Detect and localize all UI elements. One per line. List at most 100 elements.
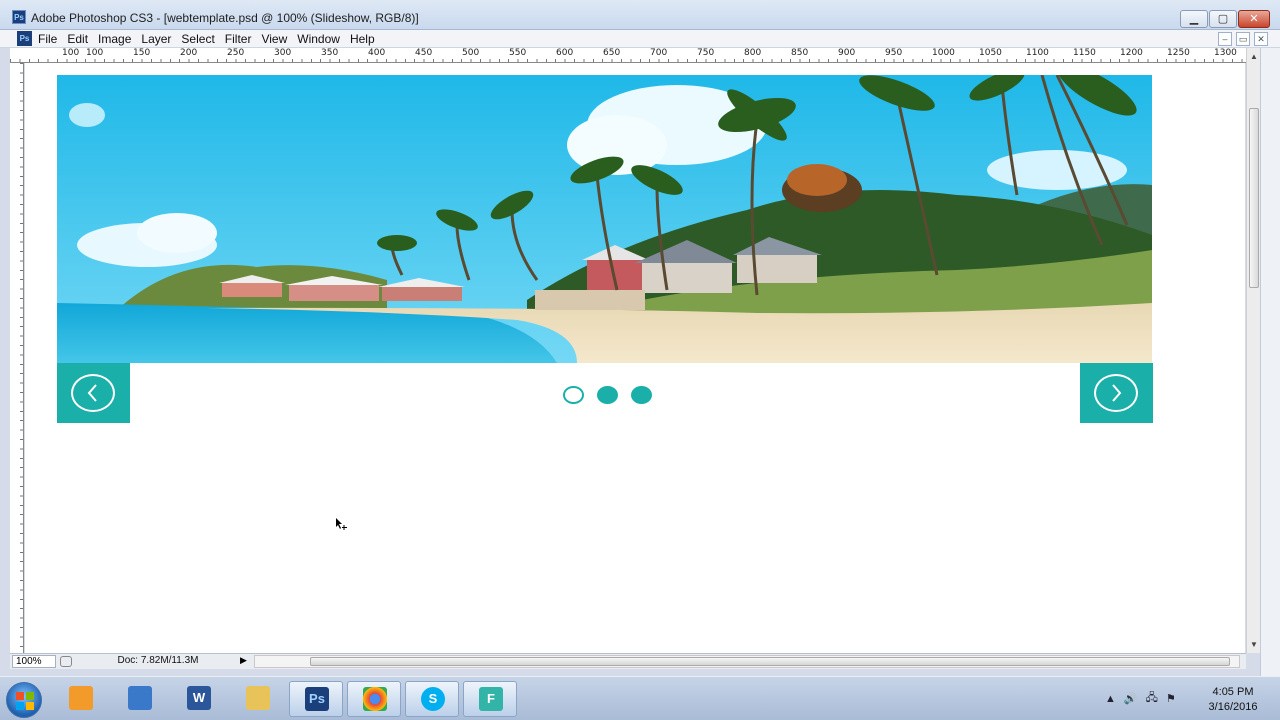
taskbar-chrome[interactable]: [347, 681, 401, 717]
beach-scene: [57, 75, 1152, 363]
minimize-button[interactable]: ▁: [1180, 10, 1208, 28]
vertical-ruler[interactable]: [10, 63, 24, 653]
ruler-tick-label: 950: [885, 48, 903, 58]
volume-icon[interactable]: 🔊: [1124, 692, 1138, 705]
menu-image[interactable]: Image: [98, 32, 131, 46]
scroll-up-icon[interactable]: ▲: [1250, 52, 1258, 61]
ruler-tick-label: 800: [744, 48, 762, 58]
panel-dock-strip: [1260, 48, 1280, 676]
doc-restore-icon[interactable]: ▭: [1236, 32, 1250, 46]
ruler-tick-label: 750: [697, 48, 715, 58]
slide-dot-1[interactable]: [563, 386, 584, 404]
slideshow-next-button[interactable]: [1080, 363, 1153, 423]
start-button[interactable]: [6, 682, 42, 718]
ruler-tick-label: 250: [227, 48, 245, 58]
slide-dot-3[interactable]: [631, 386, 652, 404]
vertical-scroll-thumb[interactable]: [1249, 108, 1259, 288]
status-menu-arrow-icon[interactable]: ▶: [240, 655, 247, 666]
skype-icon: S: [421, 687, 445, 711]
ruler-tick-label: 350: [321, 48, 339, 58]
zoom-field[interactable]: 100%: [12, 655, 56, 668]
title-bar: Ps Adobe Photoshop CS3 - [webtemplate.ps…: [0, 0, 1280, 30]
menu-view[interactable]: View: [261, 32, 287, 46]
document-canvas[interactable]: [25, 63, 1245, 653]
clock-date: 3/16/2016: [1208, 701, 1258, 713]
menu-layer[interactable]: Layer: [141, 32, 171, 46]
slideshow-dots: [563, 386, 652, 404]
prev-button-ring: [71, 374, 115, 412]
photoshop-icon: Ps: [305, 687, 329, 711]
chrome-icon: [363, 687, 387, 711]
ruler-tick-label: 200: [180, 48, 198, 58]
close-button[interactable]: ✕: [1238, 10, 1270, 28]
document-icon[interactable]: Ps: [17, 31, 32, 46]
windows-logo-icon: [16, 692, 34, 710]
action-center-icon[interactable]: ⚑: [1166, 692, 1176, 705]
taskbar-skype[interactable]: S: [405, 681, 459, 717]
document-size-info: Doc: 7.82M/11.3M: [117, 655, 199, 666]
scroll-down-icon[interactable]: ▼: [1250, 640, 1258, 649]
ruler-tick-label: 600: [556, 48, 574, 58]
ruler-tick-label: 100: [86, 48, 104, 58]
show-hidden-icons-icon[interactable]: ▲: [1105, 693, 1116, 705]
ruler-tick-label: 650: [603, 48, 621, 58]
menu-help[interactable]: Help: [350, 32, 375, 46]
word-icon: W: [187, 686, 211, 710]
horizontal-scroll-thumb[interactable]: [310, 657, 1230, 666]
slideshow-image: [57, 75, 1152, 363]
ruler-tick-label: 1250: [1167, 48, 1190, 58]
ruler-tick-label: 1000: [932, 48, 955, 58]
horizontal-scrollbar[interactable]: [254, 655, 1240, 668]
photoshop-app-icon: Ps: [12, 10, 26, 24]
taskbar-explorer[interactable]: [231, 681, 285, 717]
ruler-tick-label: 900: [838, 48, 856, 58]
taskbar-media-player[interactable]: [54, 681, 108, 717]
taskbar-tool[interactable]: [113, 681, 167, 717]
clock-time: 4:05 PM: [1212, 686, 1254, 698]
ruler-tick-label: 1100: [1026, 48, 1049, 58]
maximize-icon: ▢: [1217, 13, 1229, 25]
menu-edit[interactable]: Edit: [67, 32, 88, 46]
folder-icon: [246, 686, 270, 710]
minimize-icon: ▁: [1189, 13, 1199, 25]
ruler-tick-label: 500: [462, 48, 480, 58]
system-tray: ▲ 🔊 🖧 ⚑: [1105, 689, 1176, 708]
network-icon[interactable]: 🖧: [1146, 689, 1158, 708]
menu-filter[interactable]: Filter: [225, 32, 252, 46]
ruler-tick-label: 550: [509, 48, 527, 58]
slide-dot-2[interactable]: [597, 386, 618, 404]
window-title: Adobe Photoshop CS3 - [webtemplate.psd @…: [31, 11, 419, 25]
taskbar-clock[interactable]: 4:05 PM 3/16/2016: [1200, 685, 1266, 715]
filezilla-icon: F: [479, 687, 503, 711]
ruler-tick-label: 850: [791, 48, 809, 58]
menu-items: File Edit Image Layer Select Filter View…: [38, 32, 385, 46]
windows-taskbar: W Ps S F ▲ 🔊 🖧 ⚑ 4:05 PM 3/16/2016: [0, 676, 1280, 720]
menu-file[interactable]: File: [38, 32, 57, 46]
ruler-tick-label: 1200: [1120, 48, 1143, 58]
tool-icon: [128, 686, 152, 710]
chevron-left-icon: [87, 384, 97, 402]
taskbar-filezilla[interactable]: F: [463, 681, 517, 717]
ruler-tick-label: 150: [133, 48, 151, 58]
ruler-tick-label: 1150: [1073, 48, 1096, 58]
move-cursor-icon: [336, 518, 347, 530]
next-button-ring: [1094, 374, 1138, 412]
document-window-controls: – ▭ ✕: [1218, 32, 1268, 46]
ruler-tick-label: 100: [62, 48, 80, 58]
doc-close-icon[interactable]: ✕: [1254, 32, 1268, 46]
ruler-tick-label: 700: [650, 48, 668, 58]
maximize-button[interactable]: ▢: [1209, 10, 1237, 28]
media-player-icon: [69, 686, 93, 710]
status-bar: 100% Doc: 7.82M/11.3M ▶: [10, 653, 1246, 669]
taskbar-photoshop[interactable]: Ps: [289, 681, 343, 717]
doc-minimize-icon[interactable]: –: [1218, 32, 1232, 46]
window-controls: ▁ ▢ ✕: [1180, 10, 1270, 28]
taskbar-word[interactable]: W: [172, 681, 226, 717]
chevron-right-icon: [1112, 384, 1122, 402]
slideshow-prev-button[interactable]: [57, 363, 130, 423]
menu-select[interactable]: Select: [181, 32, 214, 46]
menu-window[interactable]: Window: [297, 32, 340, 46]
zoom-preview-icon[interactable]: [60, 656, 72, 667]
vertical-scrollbar[interactable]: ▲ ▼: [1246, 48, 1260, 653]
ruler-tick-label: 300: [274, 48, 292, 58]
